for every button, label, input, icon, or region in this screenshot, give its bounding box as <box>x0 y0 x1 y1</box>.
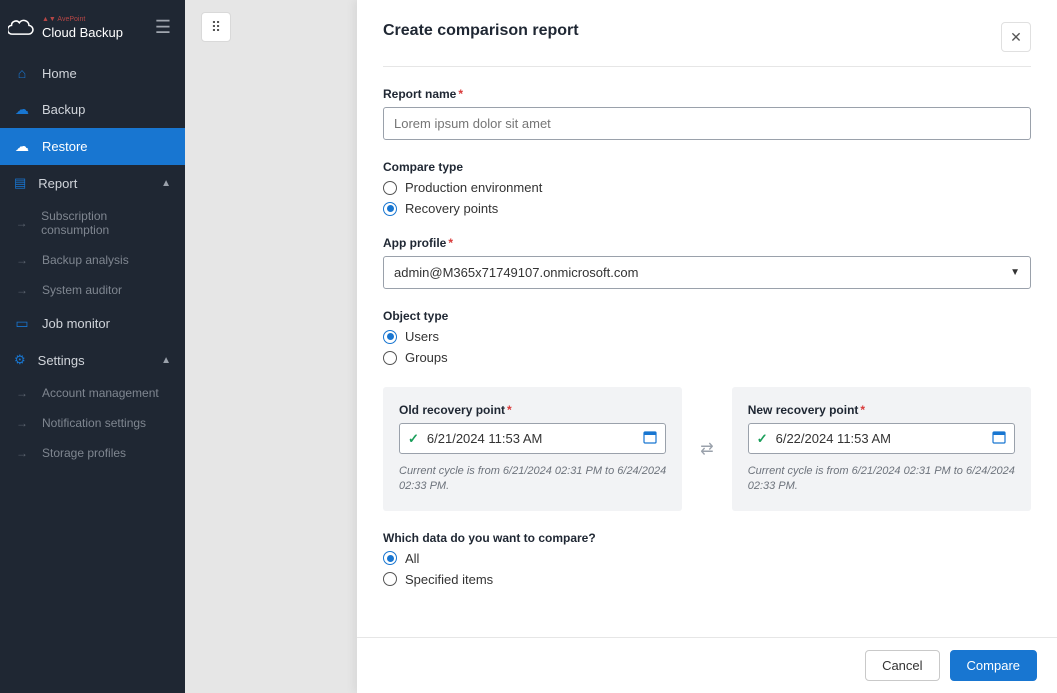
nav-job-monitor-label: Job monitor <box>42 316 110 331</box>
nav-home-label: Home <box>42 66 77 81</box>
nav-restore-label: Restore <box>42 139 88 154</box>
new-recovery-value: 6/22/2024 11:53 AM <box>776 431 891 446</box>
arrow-right-icon: → <box>14 216 29 230</box>
app-grid-button[interactable]: ⠿ <box>201 12 231 42</box>
arrow-right-icon: → <box>14 253 30 267</box>
nav-job-monitor[interactable]: ▭ Job monitor <box>0 305 185 342</box>
calendar-icon[interactable] <box>643 430 657 447</box>
old-recovery-card: Old recovery point* ✓ 6/21/2024 11:53 AM… <box>383 387 682 511</box>
panel-body: Report name* Compare type Production env… <box>357 67 1057 637</box>
old-recovery-value: 6/21/2024 11:53 AM <box>427 431 542 446</box>
chevron-up-icon: ▲ <box>161 355 171 366</box>
calendar-icon[interactable] <box>992 430 1006 447</box>
compare-type-label: Compare type <box>383 160 1031 174</box>
which-data-all[interactable]: All <box>383 551 1031 566</box>
report-name-label: Report name* <box>383 87 1031 101</box>
nav-report-label: Report <box>38 176 77 191</box>
arrow-right-icon: → <box>14 416 30 430</box>
sidebar: ▲▼ AvePoint Cloud Backup ☰ ⌂ Home ☁ Back… <box>0 0 185 693</box>
compare-button[interactable]: Compare <box>950 650 1037 681</box>
nav-backup-label: Backup <box>42 102 85 117</box>
radio-checked-icon <box>383 330 397 344</box>
nav-report-system-auditor[interactable]: → System auditor <box>0 275 185 305</box>
new-recovery-field[interactable]: ✓ 6/22/2024 11:53 AM <box>748 423 1015 454</box>
app-profile-value: admin@M365x71749107.onmicrosoft.com <box>394 265 638 280</box>
hamburger-icon[interactable]: ☰ <box>155 17 171 38</box>
object-type-users-label: Users <box>405 329 439 344</box>
close-icon: ✕ <box>1010 29 1022 46</box>
nav-settings-notification-label: Notification settings <box>42 416 146 430</box>
sidebar-header: ▲▼ AvePoint Cloud Backup ☰ <box>0 0 185 55</box>
grid-icon: ⠿ <box>211 19 221 36</box>
which-data-specified-label: Specified items <box>405 572 493 587</box>
check-icon: ✓ <box>757 431 768 447</box>
logo-brand-small: ▲▼ AvePoint <box>42 16 123 23</box>
report-name-input[interactable] <box>383 107 1031 140</box>
nav-report-subscription-label: Subscription consumption <box>41 209 171 237</box>
which-data-all-label: All <box>405 551 419 566</box>
compare-type-production-label: Production environment <box>405 180 542 195</box>
check-icon: ✓ <box>408 431 419 447</box>
nav-home[interactable]: ⌂ Home <box>0 55 185 91</box>
which-data-label: Which data do you want to compare? <box>383 531 1031 545</box>
old-recovery-field[interactable]: ✓ 6/21/2024 11:53 AM <box>399 423 666 454</box>
nav-restore[interactable]: ☁ Restore <box>0 128 185 165</box>
logo: ▲▼ AvePoint Cloud Backup <box>8 16 123 40</box>
nav-report-backup-analysis[interactable]: → Backup analysis <box>0 245 185 275</box>
old-recovery-label: Old recovery point* <box>399 403 666 417</box>
chart-icon: ▤ <box>14 175 26 191</box>
create-comparison-panel: Create comparison report ✕ Report name* … <box>357 0 1057 693</box>
cloud-down-icon: ☁ <box>14 138 30 155</box>
panel-footer: Cancel Compare <box>357 637 1057 693</box>
object-type-users[interactable]: Users <box>383 329 1031 344</box>
arrow-right-icon: → <box>14 386 30 400</box>
radio-checked-icon <box>383 202 397 216</box>
logo-brand-title: Cloud Backup <box>42 25 123 40</box>
chevron-down-icon: ▼ <box>1010 267 1020 278</box>
gear-icon: ⚙ <box>14 352 26 368</box>
object-type-label: Object type <box>383 309 1031 323</box>
new-recovery-hint: Current cycle is from 6/21/2024 02:31 PM… <box>748 464 1015 495</box>
radio-icon <box>383 181 397 195</box>
nav-report-system-auditor-label: System auditor <box>42 283 122 297</box>
nav-report-backup-analysis-label: Backup analysis <box>42 253 129 267</box>
nav-settings-label: Settings <box>38 353 85 368</box>
nav-settings-account-label: Account management <box>42 386 159 400</box>
object-type-groups[interactable]: Groups <box>383 350 1031 365</box>
nav-report-subscription[interactable]: → Subscription consumption <box>0 201 185 245</box>
compare-type-recovery[interactable]: Recovery points <box>383 201 1031 216</box>
home-icon: ⌂ <box>14 65 30 81</box>
cancel-button[interactable]: Cancel <box>865 650 939 681</box>
nav-settings-notification[interactable]: → Notification settings <box>0 408 185 438</box>
which-data-specified[interactable]: Specified items <box>383 572 1031 587</box>
old-recovery-hint: Current cycle is from 6/21/2024 02:31 PM… <box>399 464 666 495</box>
panel-title: Create comparison report <box>383 22 579 40</box>
nav-report[interactable]: ▤ Report ▲ <box>0 165 185 201</box>
app-profile-label: App profile* <box>383 236 1031 250</box>
nav-settings-storage-label: Storage profiles <box>42 446 126 460</box>
radio-icon <box>383 351 397 365</box>
close-button[interactable]: ✕ <box>1001 22 1031 52</box>
cloud-up-icon: ☁ <box>14 101 30 118</box>
new-recovery-label: New recovery point* <box>748 403 1015 417</box>
radio-checked-icon <box>383 551 397 565</box>
app-profile-select[interactable]: admin@M365x71749107.onmicrosoft.com ▼ <box>383 256 1031 289</box>
compare-arrows-icon: ⇄ <box>700 439 713 459</box>
panel-header: Create comparison report ✕ <box>357 0 1057 66</box>
nav-settings[interactable]: ⚙ Settings ▲ <box>0 342 185 378</box>
monitor-icon: ▭ <box>14 315 30 332</box>
object-type-groups-label: Groups <box>405 350 448 365</box>
nav-backup[interactable]: ☁ Backup <box>0 91 185 128</box>
nav-settings-storage[interactable]: → Storage profiles <box>0 438 185 468</box>
arrow-right-icon: → <box>14 446 30 460</box>
radio-icon <box>383 572 397 586</box>
chevron-up-icon: ▲ <box>161 178 171 189</box>
arrow-right-icon: → <box>14 283 30 297</box>
cloud-logo-icon <box>8 18 36 38</box>
compare-type-recovery-label: Recovery points <box>405 201 498 216</box>
new-recovery-card: New recovery point* ✓ 6/22/2024 11:53 AM… <box>732 387 1031 511</box>
nav-settings-account[interactable]: → Account management <box>0 378 185 408</box>
compare-type-production[interactable]: Production environment <box>383 180 1031 195</box>
